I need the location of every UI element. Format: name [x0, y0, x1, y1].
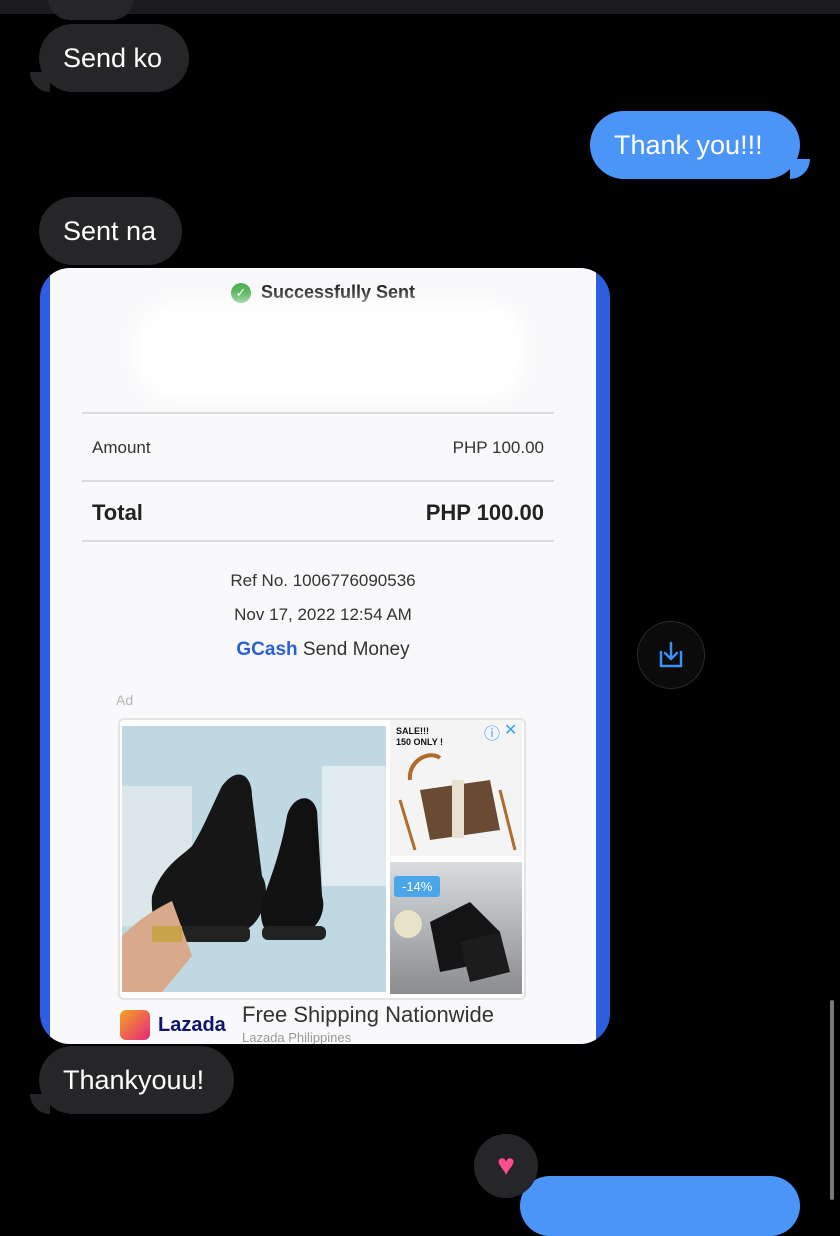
close-icon[interactable]: ✕: [504, 720, 517, 740]
receipt-paper: ✓ Successfully Sent Amount PHP 100.00 To…: [50, 268, 596, 1044]
lazada-logo-icon: [120, 1010, 150, 1040]
message-outgoing-partial[interactable]: [520, 1176, 800, 1236]
ad-subtitle: Lazada Philippines: [242, 1030, 352, 1044]
sale-text: SALE!!! 150 ONLY !: [396, 726, 444, 747]
ad-loafer-image: -14%: [390, 862, 522, 994]
divider: [82, 540, 554, 542]
message-text: Send ko: [63, 42, 163, 73]
message-incoming[interactable]: Send ko: [39, 24, 189, 92]
checkmark-icon: ✓: [230, 282, 251, 303]
shoes-illustration: [122, 726, 386, 992]
message-text: Sent na: [63, 215, 157, 246]
scrollbar[interactable]: [830, 1000, 834, 1200]
transaction-datetime: Nov 17, 2022 12:54 AM: [234, 605, 412, 624]
redacted-area: [145, 312, 515, 390]
message-text: Thankyouu!: [63, 1064, 205, 1095]
message-bubble-partial: [48, 0, 134, 20]
total-row: Total PHP 100.00: [92, 500, 544, 526]
success-header: ✓ Successfully Sent: [50, 282, 596, 303]
amount-value: PHP 100.00: [452, 438, 544, 457]
ad-advertiser: Lazada: [158, 1014, 226, 1036]
divider: [82, 480, 554, 482]
success-text: Successfully Sent: [260, 282, 416, 302]
reaction-badge[interactable]: ♥: [474, 1134, 538, 1198]
discount-badge: -14%: [394, 876, 441, 897]
ad-headline: Free Shipping Nationwide: [242, 1002, 494, 1027]
ad-footer[interactable]: Lazada Free Shipping Nationwide Lazada P…: [120, 1000, 600, 1044]
message-incoming[interactable]: Thankyouu!: [39, 1046, 234, 1114]
ad-label: Ad: [116, 692, 134, 708]
heart-icon: ♥: [497, 1149, 515, 1182]
save-image-button[interactable]: [637, 621, 705, 689]
gcash-brand: GCash: [236, 639, 298, 660]
message-text: Thank you!!!: [614, 129, 763, 160]
message-incoming[interactable]: Sent na: [39, 197, 182, 265]
ad-main-image: [122, 726, 386, 992]
message-outgoing[interactable]: Thank you!!!: [590, 111, 800, 179]
reference-number: Ref No. 1006776090536: [230, 571, 416, 590]
receipt-image-attachment[interactable]: ✓ Successfully Sent Amount PHP 100.00 To…: [40, 268, 610, 1044]
amount-row: Amount PHP 100.00: [92, 438, 544, 458]
total-value: PHP 100.00: [425, 500, 544, 525]
ad-bag-image: SALE!!! 150 ONLY ! ⓘ ✕: [390, 720, 522, 856]
transaction-type: GCash Send Money: [50, 639, 596, 661]
divider: [82, 412, 554, 414]
download-icon: [659, 641, 683, 668]
transaction-action: Send Money: [302, 639, 410, 660]
ad-banner[interactable]: SALE!!! 150 ONLY ! ⓘ ✕ -14%: [118, 718, 526, 1000]
info-icon[interactable]: ⓘ: [484, 720, 500, 744]
total-label: Total: [92, 500, 143, 525]
amount-label: Amount: [92, 438, 151, 457]
